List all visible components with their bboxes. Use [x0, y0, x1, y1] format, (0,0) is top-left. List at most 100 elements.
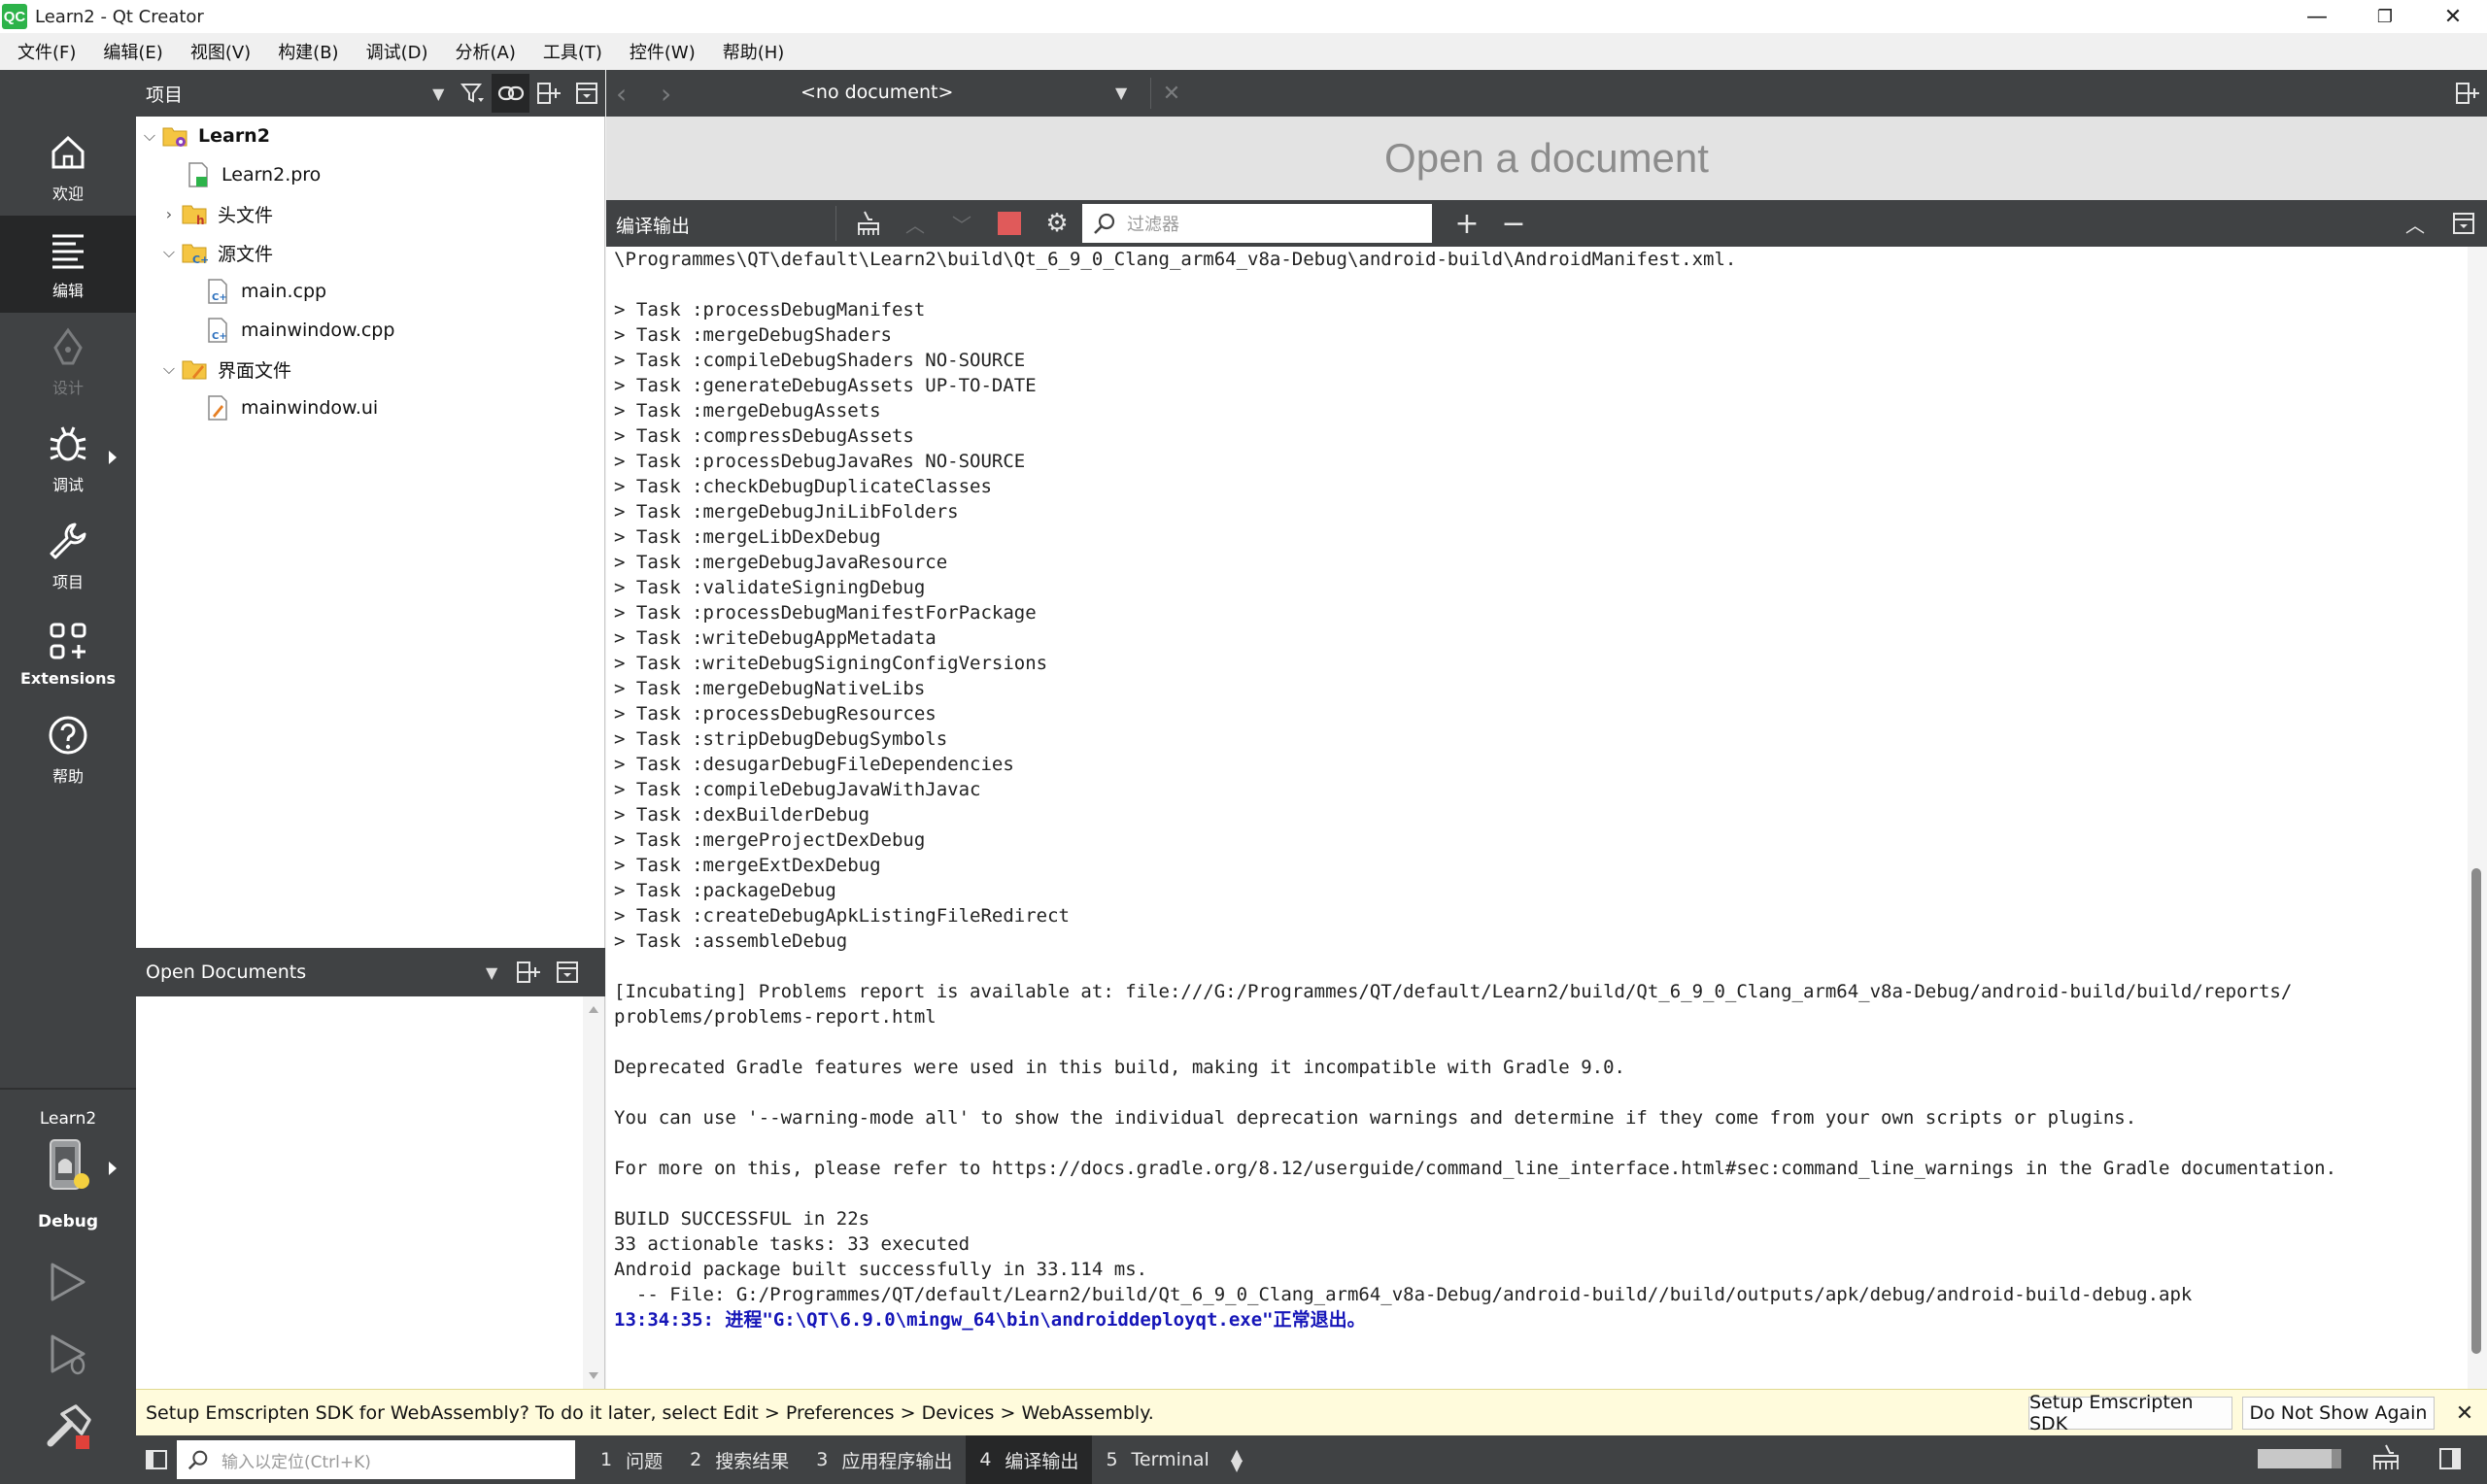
forms-folder-icon	[182, 360, 207, 380]
navigate-back-icon[interactable]: ‹	[616, 78, 627, 110]
progress-bar[interactable]	[2258, 1449, 2341, 1468]
tree-item-headers[interactable]: › h 头文件	[157, 194, 273, 233]
menu-controls[interactable]: 控件(W)	[620, 39, 705, 64]
more-tabs-icon[interactable]: ▲ ▼	[1231, 1447, 1243, 1473]
split-icon[interactable]	[509, 953, 548, 992]
scroll-up-icon[interactable]	[589, 1006, 598, 1013]
window-title: Learn2 - Qt Creator	[35, 6, 204, 27]
projects-pane-header: 项目 ▼	[136, 70, 605, 117]
restore-button[interactable]: ❐	[2351, 0, 2419, 33]
menu-view[interactable]: 视图(V)	[181, 39, 260, 64]
open-documents-scrollbar[interactable]	[583, 996, 604, 1389]
maximize-pane-icon[interactable]: ︿	[2396, 204, 2435, 243]
filter-icon[interactable]	[454, 74, 492, 113]
run-button[interactable]	[43, 1257, 93, 1311]
build-button[interactable]	[43, 1400, 97, 1459]
scrollbar-thumb[interactable]	[2471, 868, 2481, 1354]
stop-icon[interactable]	[998, 212, 1021, 235]
output-line: > Task :packageDebug	[614, 880, 836, 901]
close-notification-icon[interactable]: ✕	[2450, 1398, 2479, 1429]
toggle-right-sidebar-button[interactable]	[2438, 1447, 2462, 1474]
menu-tools[interactable]: 工具(T)	[533, 39, 612, 64]
mode-projects[interactable]: 项目	[0, 507, 136, 604]
open-documents-list[interactable]	[136, 996, 605, 1389]
output-line: > Task :mergeDebugNativeLibs	[614, 678, 926, 699]
next-item-icon[interactable]: ﹀	[942, 204, 981, 243]
clear-progress-icon[interactable]	[2368, 1443, 2402, 1478]
modebar-divider	[0, 1088, 136, 1090]
close-pane-icon[interactable]	[548, 953, 587, 992]
toggle-sidebar-button[interactable]	[136, 1435, 177, 1484]
menu-edit[interactable]: 编辑(E)	[93, 39, 172, 64]
close-document-icon[interactable]: ✕	[1152, 78, 1191, 109]
tree-item-pro-file[interactable]: Learn2.pro	[185, 155, 321, 194]
menu-build[interactable]: 构建(B)	[268, 39, 348, 64]
output-line: You can use '--warning-mode all' to show…	[614, 1107, 2137, 1129]
chevron-down-icon[interactable]: ⌵	[138, 126, 161, 146]
tab-terminal[interactable]: 5 Terminal	[1092, 1435, 1222, 1484]
output-line: > Task :desugarDebugFileDependencies	[614, 754, 1014, 775]
toolbar-divider	[1150, 78, 1151, 109]
tree-item-forms[interactable]: ⌵ 界面文件	[157, 350, 291, 388]
output-scrollbar[interactable]	[2468, 247, 2487, 1389]
menu-debug[interactable]: 调试(D)	[357, 39, 438, 64]
output-pane-toolbar: 编译输出 ︿ ﹀ ⚙ 过滤器 + − ︿	[606, 200, 2487, 247]
close-pane-icon[interactable]	[2444, 204, 2483, 243]
open-documents-view-select[interactable]: Open Documents	[146, 961, 486, 983]
debug-run-icon	[51, 1334, 85, 1375]
locator-input[interactable]: 输入以定位(Ctrl+K)	[177, 1440, 575, 1479]
menu-analyze[interactable]: 分析(A)	[446, 39, 526, 64]
document-select[interactable]: <no document>	[801, 82, 1082, 103]
projects-view-select[interactable]: 项目	[146, 81, 382, 107]
tab-application-output[interactable]: 3 应用程序输出	[802, 1435, 966, 1484]
zoom-out-icon[interactable]: −	[1494, 204, 1533, 243]
mode-extensions[interactable]: Extensions	[0, 604, 136, 701]
tab-issues[interactable]: 1 问题	[587, 1435, 676, 1484]
tree-item-sources[interactable]: ⌵ C+ 源文件	[157, 233, 273, 272]
menu-file[interactable]: 文件(F)	[8, 39, 85, 64]
chevron-right-icon[interactable]: ›	[157, 205, 181, 223]
previous-item-icon[interactable]: ︿	[896, 204, 935, 243]
link-icon[interactable]	[492, 74, 530, 113]
scroll-down-icon[interactable]	[589, 1372, 598, 1379]
compile-output-view[interactable]: \Programmes\QT\default\Learn2\build\Qt_6…	[606, 247, 2487, 1389]
do-not-show-again-button[interactable]: Do Not Show Again	[2242, 1397, 2435, 1430]
debug-mode-arrow-icon[interactable]	[109, 451, 117, 464]
output-line: > Task :writeDebugAppMetadata	[614, 627, 937, 649]
close-window-button[interactable]: ✕	[2419, 0, 2487, 33]
bug-icon	[50, 426, 86, 461]
minimize-button[interactable]: —	[2283, 0, 2351, 33]
gear-icon[interactable]: ⚙	[1038, 204, 1076, 243]
tree-item-main-cpp[interactable]: C+ main.cpp	[204, 272, 326, 311]
output-filter-input[interactable]: 过滤器	[1082, 204, 1432, 243]
split-editor-icon[interactable]	[2448, 74, 2487, 113]
close-pane-icon[interactable]	[567, 74, 605, 113]
mode-edit[interactable]: 编辑	[0, 216, 136, 313]
chevron-down-icon[interactable]: ▼	[432, 84, 444, 103]
zoom-in-icon[interactable]: +	[1448, 204, 1486, 243]
chevron-down-icon[interactable]: ⌵	[157, 359, 181, 379]
menu-help[interactable]: 帮助(H)	[713, 39, 795, 64]
notification-text: Setup Emscripten SDK for WebAssembly? To…	[146, 1401, 1154, 1424]
tab-search-results[interactable]: 2 搜索结果	[676, 1435, 802, 1484]
svg-text:C+: C+	[212, 331, 227, 342]
chevron-down-icon[interactable]: ▼	[1115, 84, 1127, 102]
output-line: > Task :mergeDebugAssets	[614, 400, 881, 422]
tree-item-mainwindow-cpp[interactable]: C+ mainwindow.cpp	[204, 311, 394, 350]
mode-help[interactable]: 帮助	[0, 701, 136, 798]
debug-run-button[interactable]	[43, 1329, 93, 1383]
setup-emscripten-button[interactable]: Setup Emscripten SDK	[2028, 1392, 2232, 1434]
split-icon[interactable]	[529, 74, 567, 113]
run-icon	[51, 1263, 85, 1301]
chevron-down-icon[interactable]: ▼	[486, 963, 497, 982]
mode-design[interactable]: 设计	[0, 313, 136, 410]
tab-compile-output[interactable]: 4 编译输出	[966, 1435, 1093, 1484]
tree-item-project-root[interactable]: ⌵ Learn2	[138, 117, 270, 155]
tree-item-mainwindow-ui[interactable]: mainwindow.ui	[204, 388, 378, 427]
mode-welcome[interactable]: 欢迎	[0, 118, 136, 216]
chevron-down-icon[interactable]: ⌵	[157, 243, 181, 262]
navigate-forward-icon[interactable]: ›	[661, 78, 671, 110]
clear-output-icon[interactable]	[849, 204, 888, 243]
output-line: > Task :mergeDebugJniLibFolders	[614, 501, 959, 523]
